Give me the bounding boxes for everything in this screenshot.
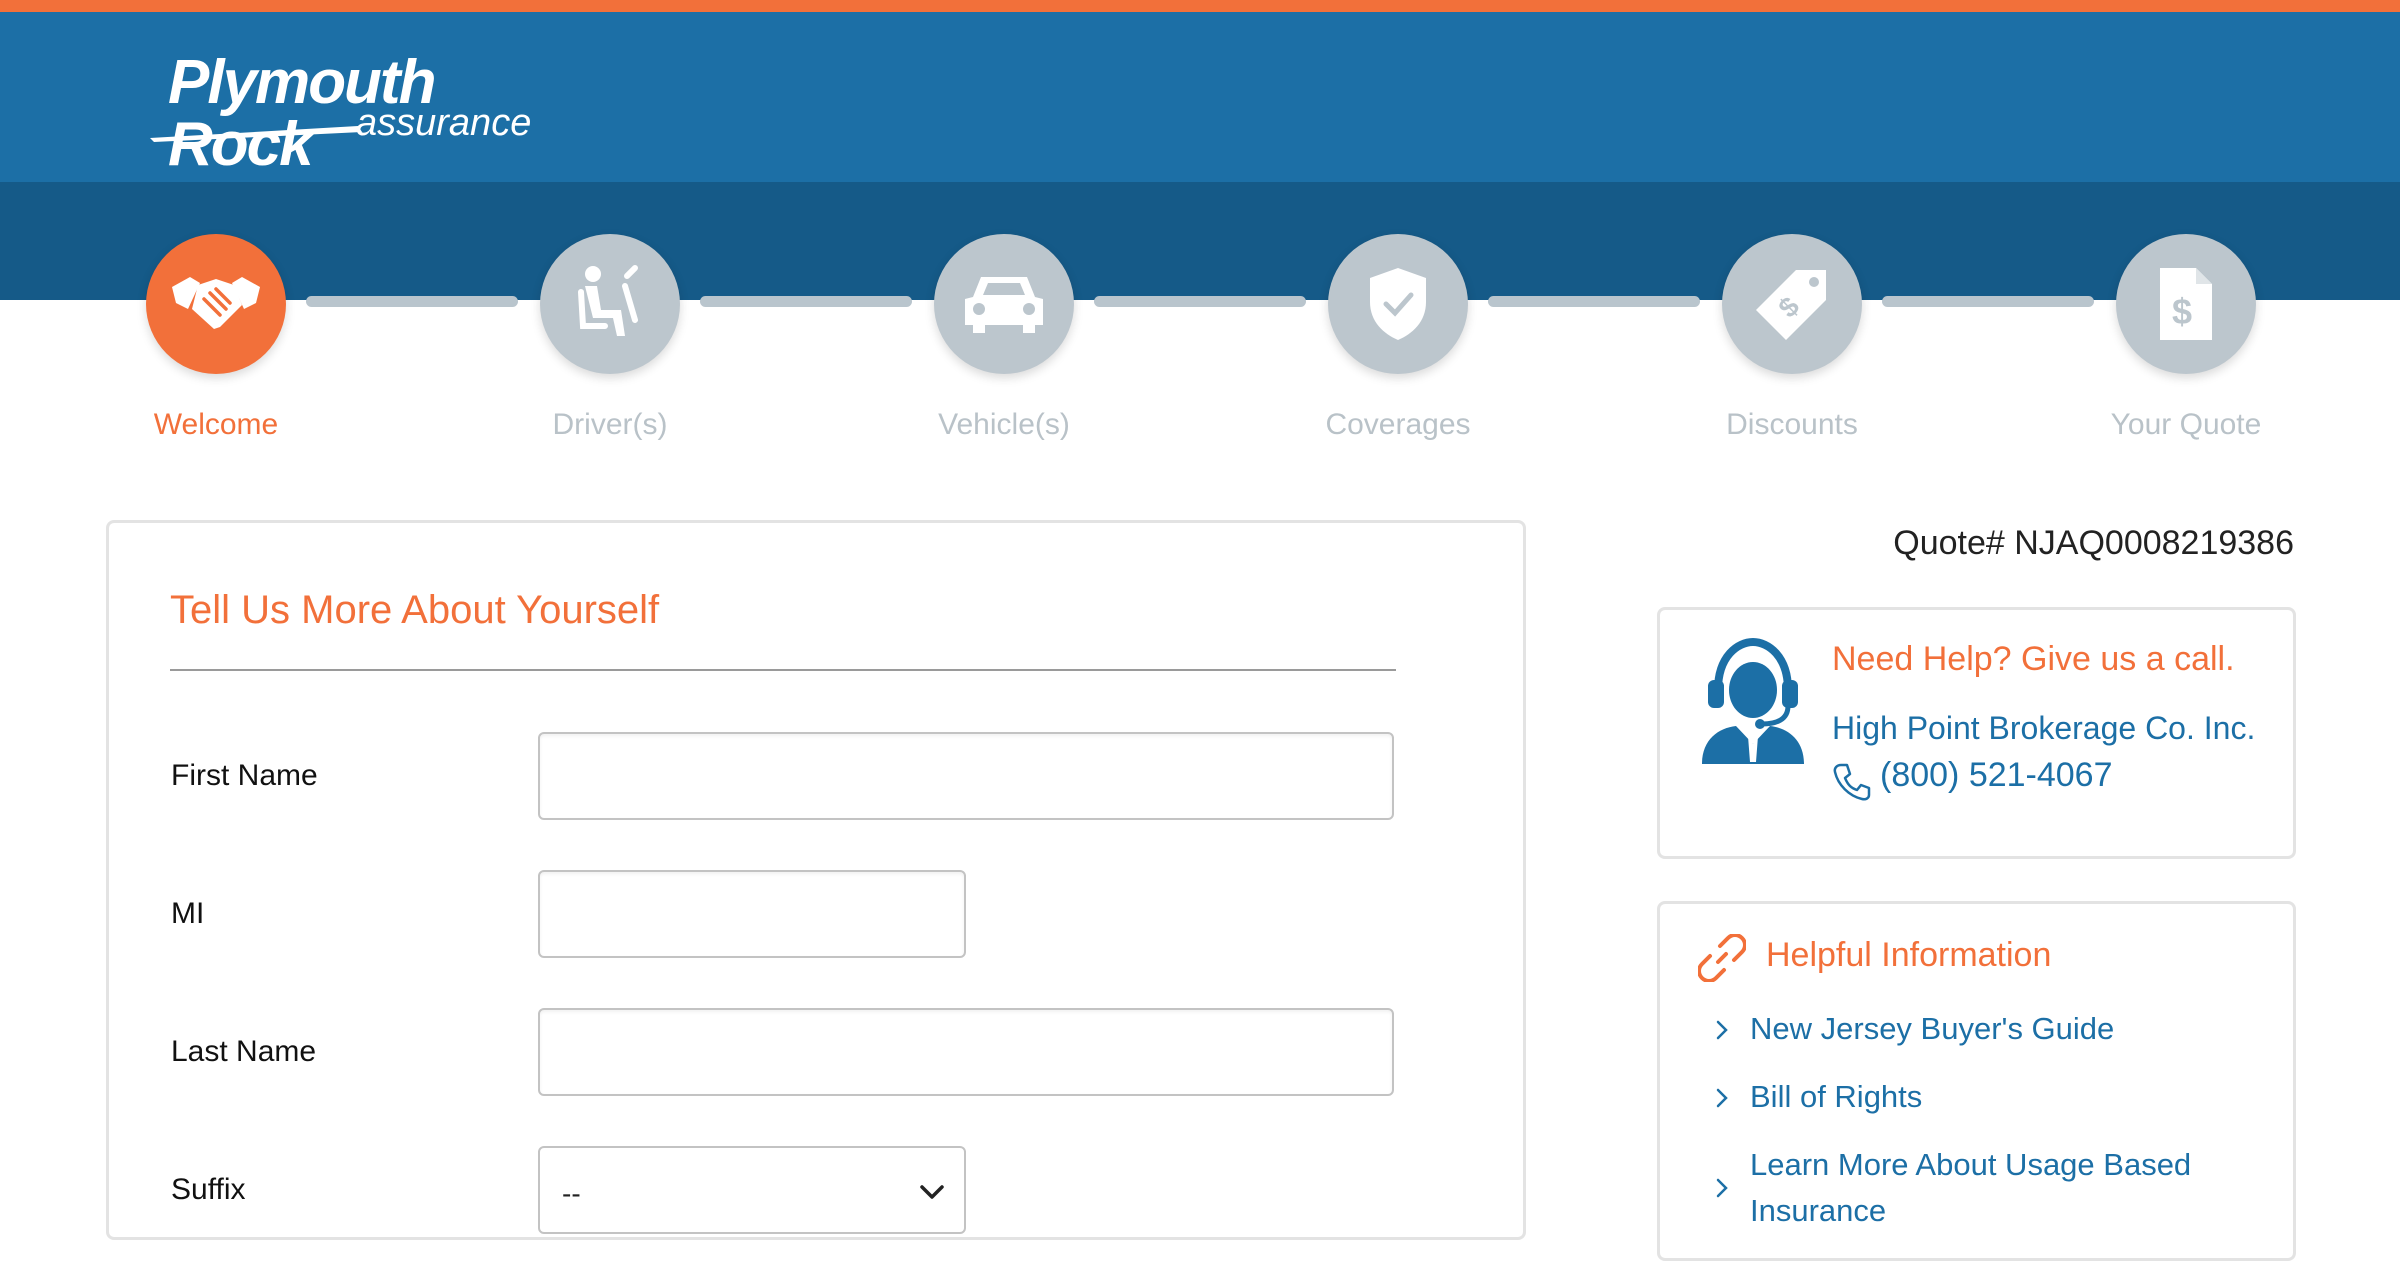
driver-icon — [578, 265, 638, 336]
help-company: High Point Brokerage Co. Inc. — [1832, 710, 2256, 746]
help-title: Need Help? Give us a call. — [1832, 640, 2235, 678]
link-usage-based-insurance[interactable]: Learn More About Usage Based Insurance — [1710, 1142, 2270, 1234]
step-drivers[interactable] — [540, 234, 680, 374]
first-name-label: First Name — [171, 759, 318, 792]
step-vehicles[interactable] — [934, 234, 1074, 374]
step-coverages[interactable] — [1328, 234, 1468, 374]
suffix-selected-value: -- — [562, 1178, 581, 1209]
car-icon — [965, 277, 1043, 333]
step-connector — [700, 296, 912, 307]
helpful-information-title: Helpful Information — [1766, 936, 2052, 974]
last-name-label: Last Name — [171, 1035, 317, 1068]
phone-icon — [1833, 763, 1871, 801]
suffix-select[interactable]: -- — [538, 1146, 966, 1234]
link-nj-buyers-guide[interactable]: New Jersey Buyer's Guide — [1710, 1006, 2270, 1052]
link-icon — [1698, 934, 1746, 982]
link-label: New Jersey Buyer's Guide — [1750, 1011, 2115, 1046]
link-label: Bill of Rights — [1750, 1079, 1923, 1114]
step-connector — [1882, 296, 2094, 307]
dollar-document-icon: $ — [2160, 268, 2212, 340]
step-connector — [1488, 296, 1700, 307]
mi-label: MI — [171, 897, 205, 930]
step-label-vehicles: Vehicle(s) — [938, 408, 1070, 441]
link-bill-of-rights[interactable]: Bill of Rights — [1710, 1074, 2270, 1120]
link-label: Learn More About Usage Based Insurance — [1750, 1147, 2192, 1228]
chevron-down-icon — [920, 1185, 944, 1199]
first-name-input[interactable] — [538, 732, 1394, 820]
step-connector — [306, 296, 518, 307]
step-connector — [1094, 296, 1306, 307]
step-label-coverages: Coverages — [1325, 408, 1471, 441]
form-title: Tell Us More About Yourself — [170, 588, 660, 632]
chevron-right-icon — [1716, 1020, 1728, 1040]
step-your-quote[interactable]: $ — [2116, 234, 2256, 374]
chevron-right-icon — [1716, 1088, 1728, 1108]
progress-steps: $ $ Welcome Driver(s) Vehicle(s) Coverag… — [0, 0, 2400, 460]
step-label-drivers: Driver(s) — [552, 408, 668, 441]
step-discounts[interactable]: $ — [1722, 234, 1862, 374]
step-welcome[interactable] — [146, 234, 286, 374]
help-phone-number[interactable]: (800) 521-4067 — [1880, 756, 2113, 795]
handshake-icon — [172, 277, 260, 329]
shield-check-icon — [1370, 268, 1426, 340]
chevron-right-icon — [1716, 1178, 1728, 1198]
suffix-label: Suffix — [171, 1173, 246, 1206]
price-tag-icon: $ — [1756, 270, 1826, 340]
mi-input[interactable] — [538, 870, 966, 958]
form-divider — [170, 669, 1396, 671]
last-name-input[interactable] — [538, 1008, 1394, 1096]
step-label-discounts: Discounts — [1726, 408, 1858, 441]
step-label-welcome: Welcome — [153, 408, 279, 441]
support-agent-icon — [1702, 637, 1804, 764]
step-label-your-quote: Your Quote — [2110, 408, 2262, 441]
quote-number: Quote# NJAQ0008219386 — [1893, 524, 2294, 562]
svg-text:$: $ — [2172, 291, 2192, 332]
